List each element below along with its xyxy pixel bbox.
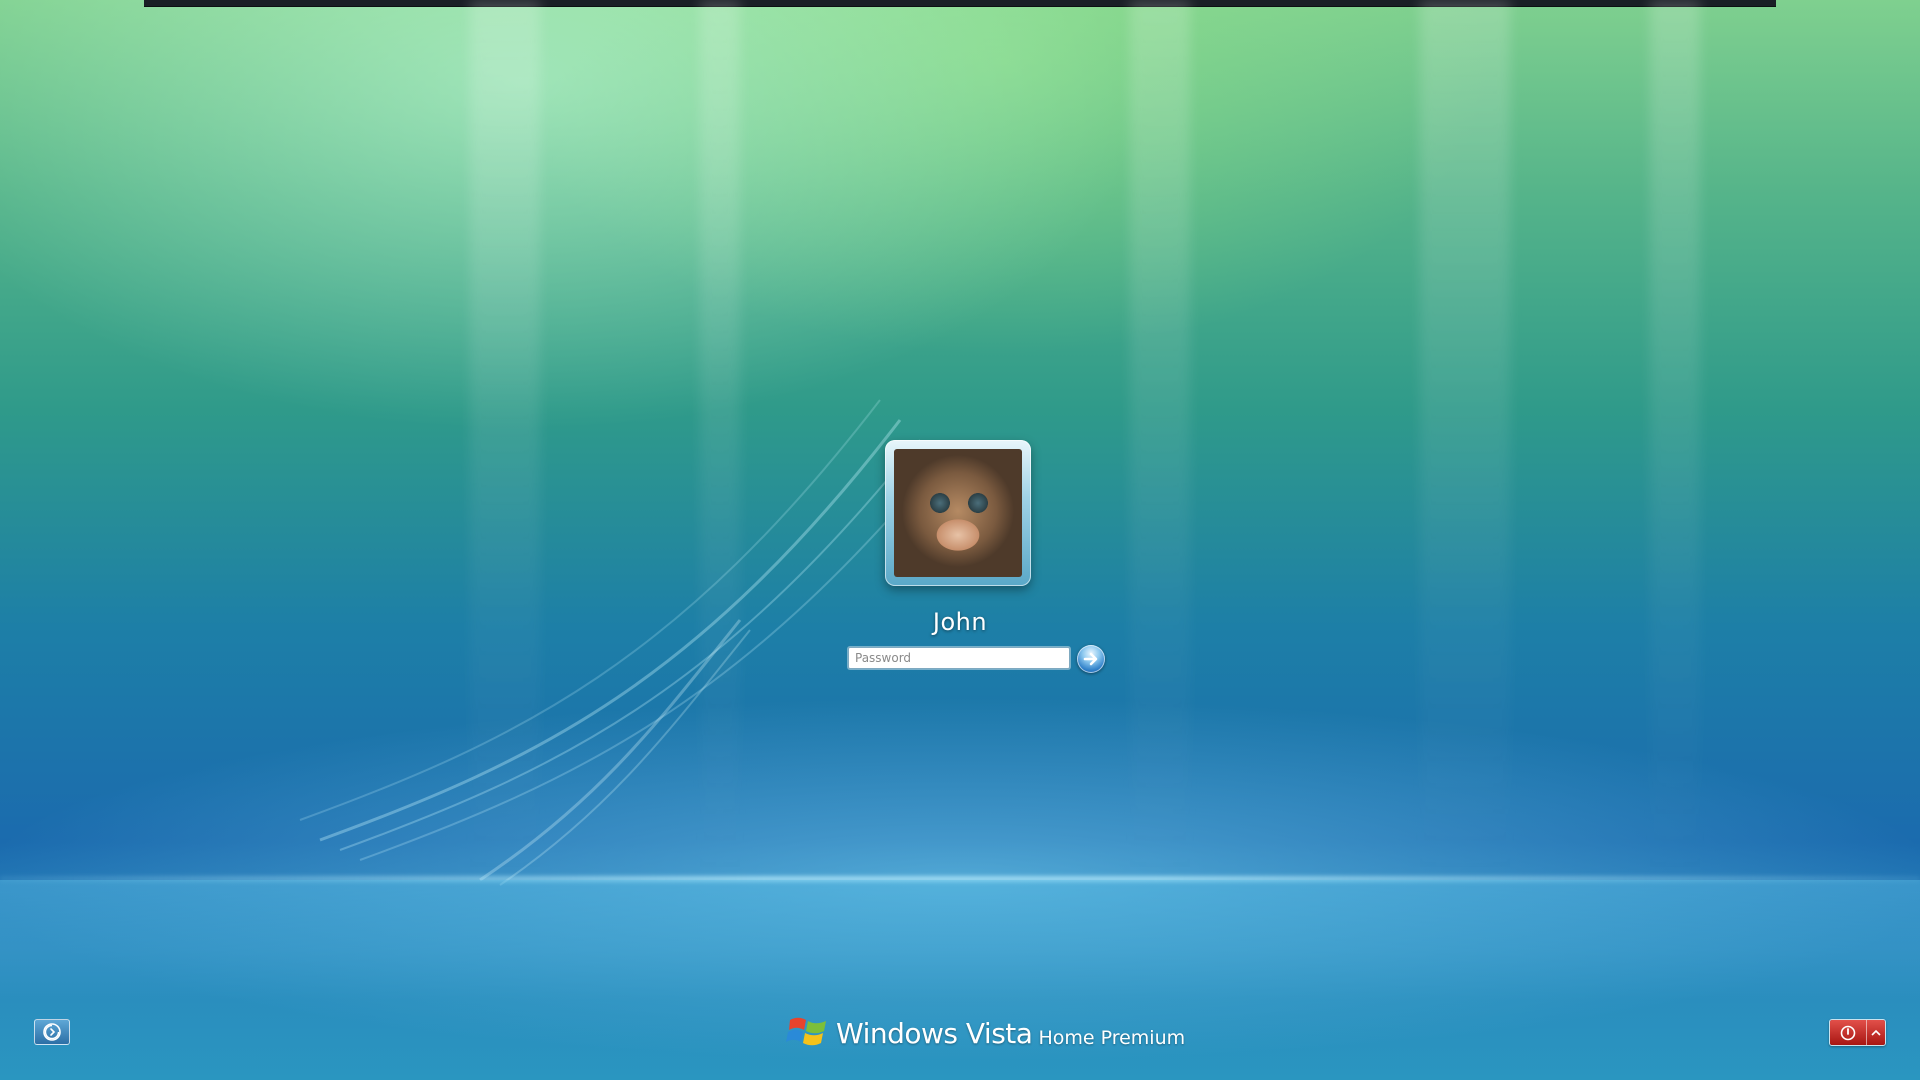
ease-of-access-icon: [43, 1023, 61, 1041]
shutdown-button[interactable]: [1830, 1020, 1867, 1045]
submit-arrow-button[interactable]: [1077, 645, 1105, 673]
top-strip: [144, 0, 1776, 7]
arrow-right-icon: [1083, 652, 1098, 666]
username-label: John: [932, 608, 988, 636]
password-input[interactable]: [848, 647, 1070, 669]
ease-of-access-button[interactable]: [34, 1019, 70, 1045]
product-edition: Home Premium: [1038, 1027, 1186, 1049]
power-button-group: [1829, 1019, 1886, 1046]
chevron-up-icon: [1871, 1029, 1881, 1036]
login-screen: John Windows Vista Home Premium: [0, 0, 1920, 1080]
windows-flag-icon: [786, 1017, 826, 1046]
power-icon: [1840, 1025, 1856, 1040]
avatar: [894, 449, 1022, 577]
product-name: Windows Vista: [836, 1017, 1033, 1050]
light-ray: [1420, 0, 1510, 880]
light-ray: [1130, 0, 1190, 880]
user-tile: [885, 440, 1031, 586]
windows-branding: Windows Vista Home Premium: [786, 1008, 1185, 1054]
light-ray: [1650, 0, 1700, 880]
power-options-button[interactable]: [1867, 1020, 1885, 1045]
